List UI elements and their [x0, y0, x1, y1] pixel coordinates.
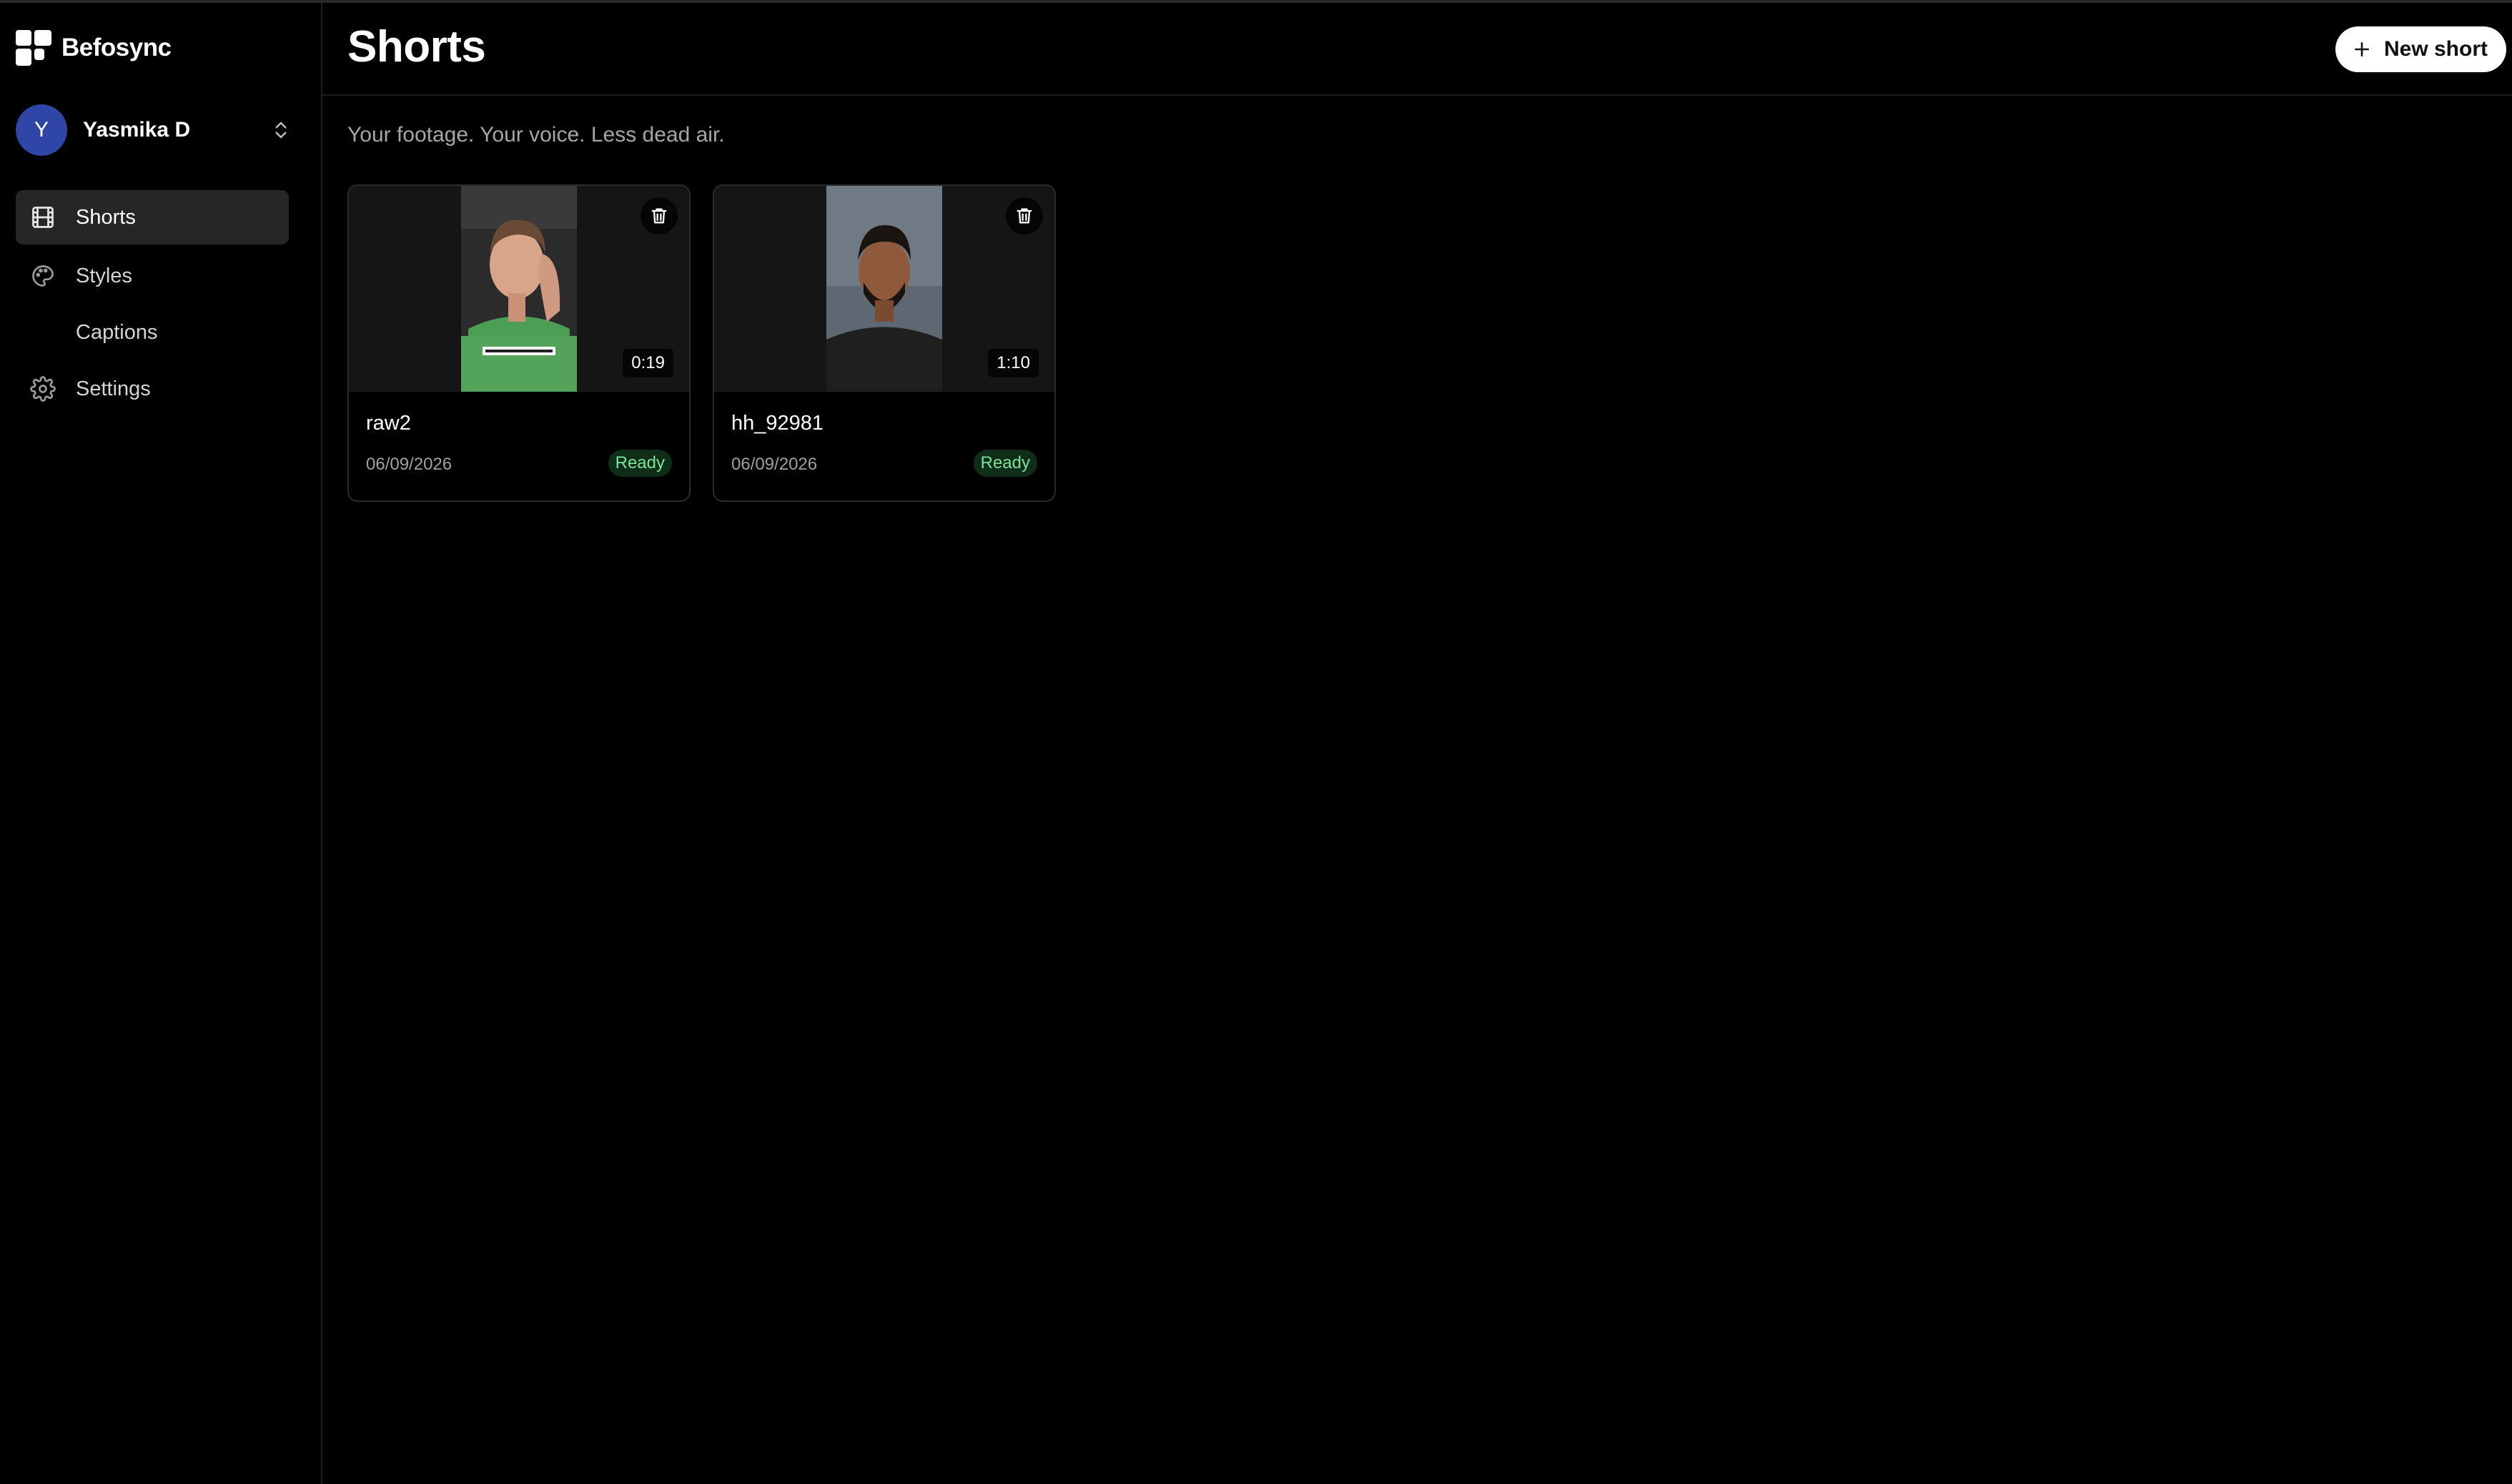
new-short-label: New short	[2383, 37, 2488, 61]
short-date: 06/09/2026	[731, 455, 818, 474]
sidebar-item-styles[interactable]: Styles	[16, 249, 289, 303]
brand-name: Befosync	[61, 34, 172, 61]
sidebar-item-captions[interactable]: Captions	[16, 307, 289, 357]
short-card[interactable]: 0:19 raw2 06/09/2026 Ready	[347, 184, 691, 502]
page-header: Shorts New short	[322, 3, 2512, 96]
page-subtitle: Your footage. Your voice. Less dead air.	[347, 123, 725, 147]
short-date: 06/09/2026	[366, 455, 453, 474]
status-badge: Ready	[608, 450, 672, 477]
main-content: Shorts New short Your footage. Your voic…	[322, 3, 2512, 1484]
trash-icon	[1017, 208, 1032, 224]
sidebar-item-shorts[interactable]: Shorts	[16, 190, 289, 244]
chevron-up-down-icon	[275, 122, 287, 139]
duration-badge: 0:19	[623, 349, 673, 377]
sidebar: Befosync Y Yasmika D Shorts Styles Capti…	[0, 3, 322, 1484]
sidebar-item-settings[interactable]: Settings	[16, 362, 289, 416]
logo-icon	[16, 30, 51, 66]
account-switcher[interactable]: Y Yasmika D	[16, 104, 292, 156]
user-name: Yasmika D	[83, 118, 191, 142]
brand[interactable]: Befosync	[16, 30, 172, 66]
avatar: Y	[16, 104, 67, 156]
video-frame-image	[826, 186, 942, 392]
sidebar-nav: Shorts Styles Captions Settings	[16, 190, 289, 420]
trash-icon	[651, 208, 667, 224]
sidebar-item-label: Shorts	[76, 205, 136, 229]
short-title: hh_92981	[731, 412, 824, 435]
new-short-button[interactable]: New short	[2335, 26, 2506, 72]
palette-icon	[32, 265, 54, 287]
status-badge: Ready	[973, 450, 1037, 477]
plus-icon	[2355, 42, 2369, 56]
delete-button[interactable]	[1006, 197, 1043, 234]
film-icon	[32, 207, 54, 228]
delete-button[interactable]	[641, 197, 678, 234]
sidebar-item-label: Styles	[76, 264, 132, 287]
page-title: Shorts	[347, 22, 486, 71]
duration-badge: 1:10	[988, 349, 1039, 377]
short-card[interactable]: 1:10 hh_92981 06/09/2026 Ready	[713, 184, 1056, 502]
sidebar-item-label: Settings	[76, 377, 151, 400]
video-frame-image	[461, 186, 577, 392]
shorts-grid: 0:19 raw2 06/09/2026 Ready 1:10 hh_92981…	[347, 184, 1078, 502]
video-thumbnail[interactable]: 1:10	[714, 186, 1054, 392]
gear-icon	[30, 376, 56, 402]
short-title: raw2	[366, 412, 411, 435]
video-thumbnail[interactable]: 0:19	[349, 186, 689, 392]
sidebar-item-label: Captions	[76, 320, 158, 344]
